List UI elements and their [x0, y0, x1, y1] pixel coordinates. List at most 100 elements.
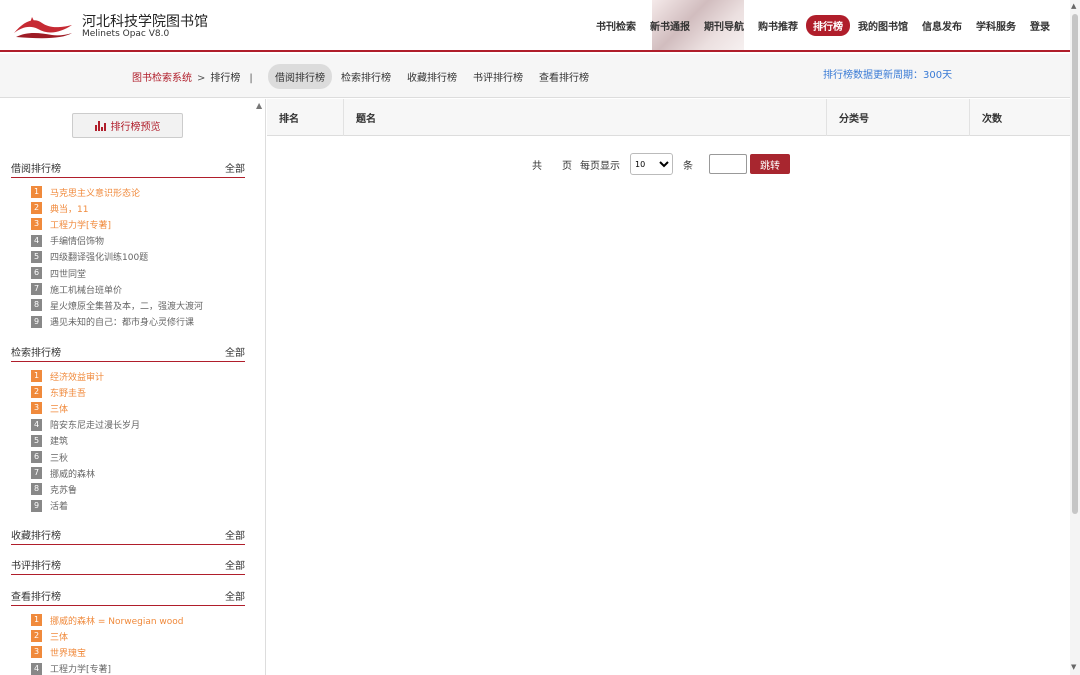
book-title-link[interactable]: 施工机械台班单价	[50, 283, 122, 296]
book-title-link[interactable]: 遇见未知的自己：都市身心灵修行课	[50, 315, 194, 328]
page-scrollbar[interactable]: ▲ ▼	[1070, 0, 1080, 675]
rank-number-badge: 3	[31, 218, 42, 231]
section-all-link[interactable]: 全部	[225, 588, 245, 603]
scroll-down-icon[interactable]: ▼	[1071, 663, 1076, 671]
scrollbar-thumb[interactable]	[1072, 14, 1078, 514]
system-version: Melinets Opac V8.0	[82, 29, 170, 39]
library-name[interactable]: 河北科技学院图书馆	[82, 11, 208, 31]
jump-page-input[interactable]	[709, 154, 747, 174]
breadcrumb: 图书检索系统 > 排行榜 |	[132, 69, 260, 84]
list-item[interactable]: 7 施工机械台班单价	[31, 281, 245, 297]
book-title-link[interactable]: 工程力学[专著]	[50, 662, 111, 675]
list-item[interactable]: 7 挪威的森林	[31, 465, 245, 481]
book-title-link[interactable]: 工程力学[专著]	[50, 218, 111, 231]
book-title-link[interactable]: 活着	[50, 499, 68, 512]
ranking-tab[interactable]: 检索排行榜	[334, 64, 398, 89]
ranking-sidebar[interactable]: ▲ 排行榜预览 借阅排行榜 全部 1 马克思主义意识形态论 2 典当，11 3 工程力学[专著…	[0, 99, 266, 675]
list-item[interactable]: 1 挪威的森林 = Norwegian wood	[31, 612, 245, 628]
ranking-tab[interactable]: 书评排行榜	[466, 64, 530, 89]
list-item[interactable]: 3 世界瑰宝	[31, 644, 245, 660]
rank-number-badge: 2	[31, 202, 42, 215]
list-item[interactable]: 4 陪安东尼走过漫长岁月	[31, 417, 245, 433]
rank-number-badge: 9	[31, 315, 42, 328]
nav-item[interactable]: 信息发布	[916, 15, 968, 36]
nav-item[interactable]: 排行榜	[806, 15, 850, 36]
per-page-label: 每页显示	[580, 160, 620, 172]
book-title-link[interactable]: 经济效益审计	[50, 370, 104, 383]
list-item[interactable]: 6 三秋	[31, 449, 245, 465]
ranking-section: 借阅排行榜 全部 1 马克思主义意识形态论 2 典当，11 3 工程力学[专著] 4 手编情侣饰物…	[11, 163, 245, 330]
sub-navigation-bar: 图书检索系统 > 排行榜 | 借阅排行榜 检索排行榜 收藏排行榜 书评排行榜 查看排行榜 排行…	[0, 54, 1070, 98]
section-all-link[interactable]: 全部	[225, 557, 245, 572]
book-title-link[interactable]: 克苏鲁	[50, 483, 77, 496]
nav-item[interactable]: 学科服务	[970, 15, 1022, 36]
list-item[interactable]: 5 四级翻译强化训练100题	[31, 249, 245, 265]
nav-item[interactable]: 我的图书馆	[852, 15, 914, 36]
book-title-link[interactable]: 三体	[50, 630, 68, 643]
nav-item[interactable]: 新书通报	[644, 15, 696, 36]
book-title-link[interactable]: 四世同堂	[50, 267, 86, 280]
list-item[interactable]: 8 星火燎原全集普及本，二，强渡大渡河	[31, 297, 245, 313]
list-item[interactable]: 2 东野圭吾	[31, 384, 245, 400]
book-title-link[interactable]: 三体	[50, 402, 68, 415]
ranking-tab[interactable]: 借阅排行榜	[268, 64, 332, 89]
sidebar-scroll-up-icon[interactable]: ▲	[256, 101, 262, 110]
rank-number-badge: 1	[31, 614, 42, 627]
list-item[interactable]: 6 四世同堂	[31, 265, 245, 281]
nav-item[interactable]: 书刊检索	[590, 15, 642, 36]
nav-item[interactable]: 登录	[1024, 15, 1056, 36]
ranking-preview-button[interactable]: 排行榜预览	[72, 113, 183, 138]
page-header: 河北科技学院图书馆 Melinets Opac V8.0 书刊检索 新书通报 期刊导…	[0, 0, 1070, 52]
section-all-link[interactable]: 全部	[225, 527, 245, 542]
per-page-select[interactable]: 10	[630, 153, 673, 175]
breadcrumb-root-link[interactable]: 图书检索系统	[132, 73, 192, 84]
section-all-link[interactable]: 全部	[225, 344, 245, 359]
book-title-link[interactable]: 星火燎原全集普及本，二，强渡大渡河	[50, 299, 203, 312]
ranking-tab[interactable]: 查看排行榜	[532, 64, 596, 89]
book-title-link[interactable]: 手编情侣饰物	[50, 234, 104, 247]
book-title-link[interactable]: 陪安东尼走过漫长岁月	[50, 418, 140, 431]
nav-item[interactable]: 购书推荐	[752, 15, 804, 36]
breadcrumb-divider: |	[249, 73, 253, 84]
book-title-link[interactable]: 马克思主义意识形态论	[50, 186, 140, 199]
book-title-link[interactable]: 挪威的森林 = Norwegian wood	[50, 614, 183, 627]
section-header: 借阅排行榜 全部	[11, 163, 245, 178]
list-item[interactable]: 2 典当，11	[31, 200, 245, 216]
list-item[interactable]: 9 遇见未知的自己：都市身心灵修行课	[31, 314, 245, 330]
ranking-list: 1 挪威的森林 = Norwegian wood 2 三体 3 世界瑰宝 4 工程力学[专著]	[11, 606, 245, 675]
list-item[interactable]: 9 活着	[31, 498, 245, 514]
library-logo-icon[interactable]	[12, 13, 74, 39]
list-item[interactable]: 4 手编情侣饰物	[31, 233, 245, 249]
section-header: 查看排行榜 全部	[11, 591, 245, 606]
list-item[interactable]: 3 三体	[31, 400, 245, 416]
list-item[interactable]: 4 工程力学[专著]	[31, 661, 245, 675]
rank-number-badge: 1	[31, 186, 42, 199]
book-title-link[interactable]: 东野圭吾	[50, 386, 86, 399]
per-page-unit: 条	[683, 160, 693, 172]
rank-number-badge: 2	[31, 386, 42, 399]
book-title-link[interactable]: 挪威的森林	[50, 467, 95, 480]
book-title-link[interactable]: 世界瑰宝	[50, 646, 86, 659]
ranking-tab[interactable]: 收藏排行榜	[400, 64, 464, 89]
list-item[interactable]: 5 建筑	[31, 433, 245, 449]
rank-number-badge: 9	[31, 499, 42, 512]
rank-number-badge: 1	[31, 370, 42, 383]
list-item[interactable]: 1 马克思主义意识形态论	[31, 184, 245, 200]
book-title-link[interactable]: 建筑	[50, 434, 68, 447]
book-title-link[interactable]: 四级翻译强化训练100题	[50, 250, 148, 263]
breadcrumb-current: 排行榜	[210, 73, 241, 84]
jump-button[interactable]: 跳转	[750, 154, 790, 174]
list-item[interactable]: 1 经济效益审计	[31, 368, 245, 384]
book-title-link[interactable]: 典当，11	[50, 202, 88, 215]
nav-item[interactable]: 期刊导航	[698, 15, 750, 36]
section-all-link[interactable]: 全部	[225, 160, 245, 175]
book-title-link[interactable]: 三秋	[50, 451, 68, 464]
scroll-up-icon[interactable]: ▲	[1071, 2, 1076, 10]
rank-number-badge: 6	[31, 267, 42, 280]
table-header-row: 排名 题名 分类号 次数	[267, 99, 1070, 136]
list-item[interactable]: 8 克苏鲁	[31, 481, 245, 497]
list-item[interactable]: 2 三体	[31, 628, 245, 644]
list-item[interactable]: 3 工程力学[专著]	[31, 216, 245, 232]
rank-number-badge: 4	[31, 662, 42, 675]
section-title: 查看排行榜	[11, 592, 61, 603]
